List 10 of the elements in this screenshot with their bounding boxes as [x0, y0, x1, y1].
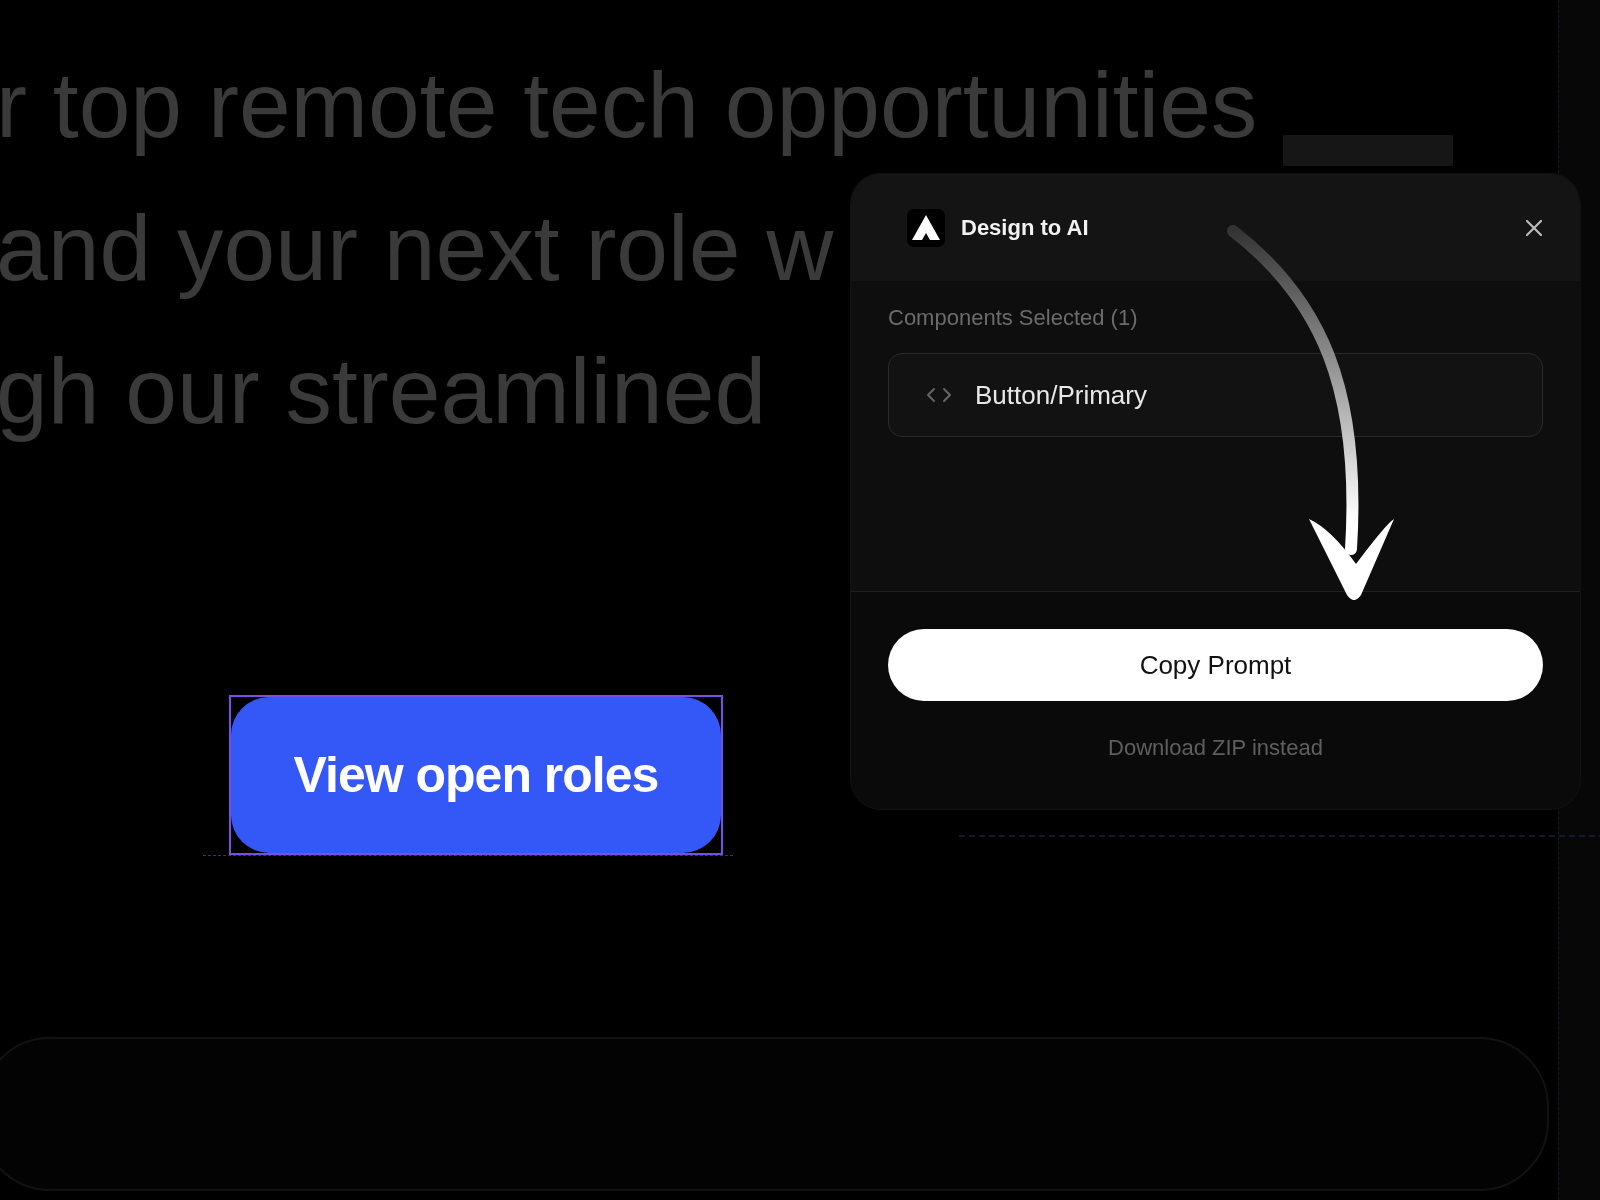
section-label: Components Selected (1) — [888, 305, 1138, 331]
copy-prompt-button[interactable]: Copy Prompt — [888, 629, 1543, 701]
close-icon[interactable] — [1524, 217, 1544, 238]
triangle-logo-icon — [907, 208, 945, 247]
component-item[interactable]: Button/Primary — [888, 353, 1543, 437]
heading-text: r top remote tech opportunities — [0, 52, 1258, 159]
code-icon — [925, 386, 953, 404]
panel-title: Design to AI — [961, 214, 1090, 241]
component-name: Button/Primary — [975, 379, 1147, 411]
view-roles-button[interactable]: View open roles — [231, 697, 721, 853]
